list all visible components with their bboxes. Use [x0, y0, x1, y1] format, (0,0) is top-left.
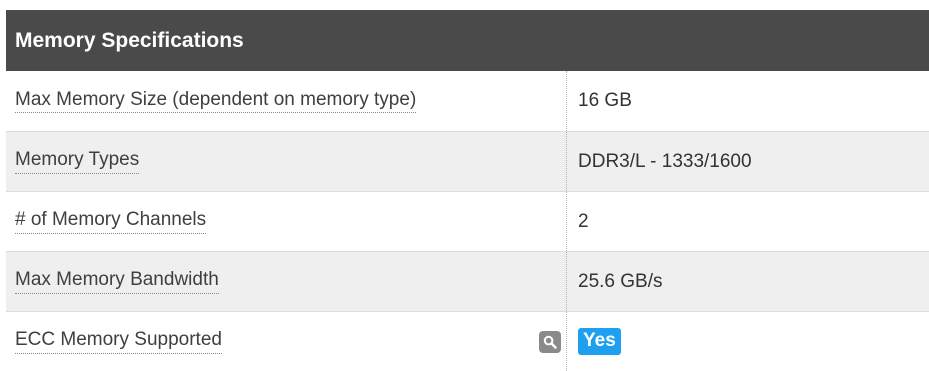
spec-label-max-memory-bandwidth[interactable]: Max Memory Bandwidth: [15, 269, 219, 294]
spec-value-max-memory-bandwidth: 25.6 GB/s: [578, 270, 663, 292]
section-title: Memory Specifications: [15, 28, 244, 52]
spec-value-max-memory-size: 16 GB: [578, 90, 632, 111]
spec-row-memory-channels: # of Memory Channels 2: [6, 191, 929, 251]
spec-label-cell: Max Memory Bandwidth: [6, 252, 567, 311]
spec-label-cell: ECC Memory Supported: [6, 312, 567, 371]
spec-row-ecc-memory-supported: ECC Memory Supported Yes: [6, 311, 929, 371]
spec-value-memory-types: DDR3/L - 1333/1600: [578, 150, 752, 172]
spec-label-cell: Max Memory Size (dependent on memory typ…: [6, 71, 567, 131]
spec-row-max-memory-bandwidth: Max Memory Bandwidth 25.6 GB/s: [6, 251, 929, 311]
ecc-yes-badge: Yes: [578, 328, 621, 355]
spec-value-cell: DDR3/L - 1333/1600: [567, 132, 929, 191]
search-icon[interactable]: [539, 330, 561, 353]
spec-label-cell: # of Memory Channels: [6, 192, 567, 251]
spec-value-cell: Yes: [567, 312, 929, 371]
spec-row-max-memory-size: Max Memory Size (dependent on memory typ…: [6, 71, 929, 131]
spec-label-cell: Memory Types: [6, 132, 567, 191]
spec-label-memory-channels[interactable]: # of Memory Channels: [15, 209, 207, 234]
spec-label-memory-types[interactable]: Memory Types: [15, 149, 140, 174]
spec-value-memory-channels: 2: [578, 210, 589, 232]
memory-specifications-panel: Memory Specifications Max Memory Size (d…: [6, 10, 929, 371]
section-header: Memory Specifications: [6, 10, 929, 71]
spec-label-ecc-memory-supported[interactable]: ECC Memory Supported: [15, 329, 222, 354]
spec-table: Max Memory Size (dependent on memory typ…: [6, 71, 929, 371]
spec-row-memory-types: Memory Types DDR3/L - 1333/1600: [6, 131, 929, 191]
spec-value-cell: 16 GB: [567, 71, 929, 131]
spec-value-cell: 25.6 GB/s: [567, 252, 929, 311]
spec-label-max-memory-size[interactable]: Max Memory Size (dependent on memory typ…: [15, 89, 417, 114]
spec-value-cell: 2: [567, 192, 929, 251]
